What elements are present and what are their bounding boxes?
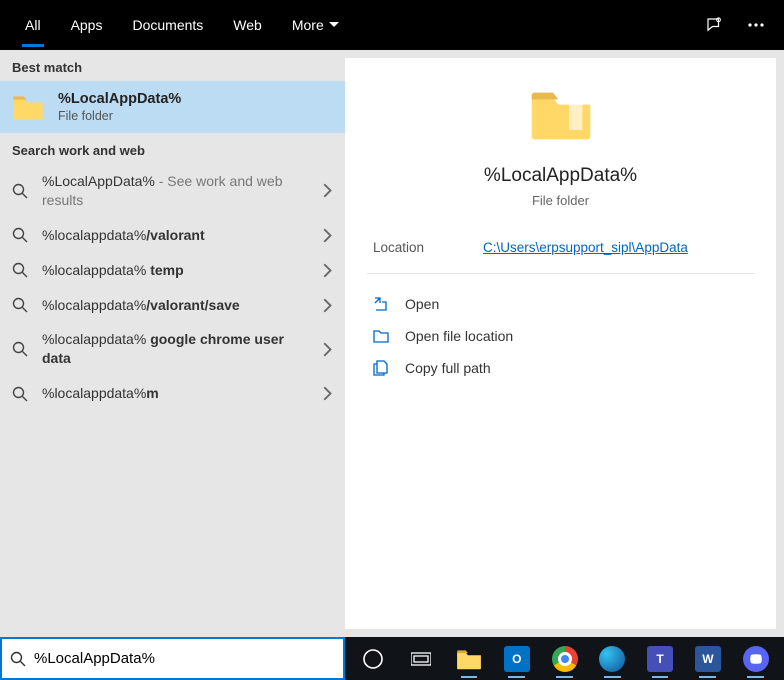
explorer-icon	[456, 646, 482, 672]
taskbar-teams[interactable]: T	[638, 639, 683, 679]
open-icon	[373, 296, 389, 312]
tab-more[interactable]: More	[277, 3, 354, 47]
best-match-item[interactable]: %LocalAppData% File folder	[0, 81, 345, 133]
chevron-right-icon[interactable]	[323, 298, 333, 313]
search-suggestion[interactable]: %localappdata% temp	[0, 253, 345, 288]
feedback-icon[interactable]	[705, 16, 723, 34]
taskview-icon	[411, 651, 431, 667]
taskbar-taskview[interactable]	[399, 639, 444, 679]
suggestion-text: %localappdata%/valorant	[42, 226, 309, 245]
copy-icon	[373, 360, 389, 376]
suggestion-text: %localappdata%/valorant/save	[42, 296, 309, 315]
taskbar-edge[interactable]	[590, 639, 635, 679]
search-box[interactable]	[0, 637, 345, 680]
search-web-header: Search work and web	[0, 133, 345, 164]
tab-documents[interactable]: Documents	[117, 3, 218, 47]
search-input[interactable]	[34, 650, 335, 667]
chevron-right-icon[interactable]	[323, 263, 333, 278]
best-match-header: Best match	[0, 50, 345, 81]
chevron-right-icon[interactable]	[323, 228, 333, 243]
search-icon	[12, 227, 28, 243]
folder-icon-large	[529, 86, 593, 142]
best-match-subtitle: File folder	[58, 109, 181, 123]
chevron-right-icon[interactable]	[323, 183, 333, 198]
more-icon[interactable]	[748, 23, 764, 27]
search-suggestion[interactable]: %localappdata%m	[0, 376, 345, 411]
chevron-right-icon[interactable]	[323, 342, 333, 357]
taskbar-cortana[interactable]	[351, 639, 396, 679]
discord-icon	[743, 646, 769, 672]
taskbar-explorer[interactable]	[447, 639, 492, 679]
search-icon	[12, 262, 28, 278]
taskbar-chrome[interactable]	[542, 639, 587, 679]
action-open-location-label: Open file location	[405, 328, 513, 344]
search-tabs: All Apps Documents Web More	[0, 0, 784, 50]
search-icon	[12, 341, 28, 357]
suggestion-text: %localappdata% temp	[42, 261, 309, 280]
action-open[interactable]: Open	[367, 288, 754, 320]
chrome-icon	[552, 646, 578, 672]
search-suggestion[interactable]: %localappdata%/valorant	[0, 218, 345, 253]
location-link[interactable]: C:\Users\erpsupport_sipl\AppData	[483, 240, 688, 255]
results-panel: Best match %LocalAppData% File folder Se…	[0, 50, 345, 637]
search-icon	[12, 386, 28, 402]
action-copy-path[interactable]: Copy full path	[367, 352, 754, 384]
search-icon	[12, 183, 28, 199]
tab-more-label: More	[292, 17, 324, 33]
outlook-icon: O	[504, 646, 530, 672]
preview-panel: %LocalAppData% File folder Location C:\U…	[345, 58, 776, 629]
preview-title: %LocalAppData%	[345, 165, 776, 187]
location-label: Location	[373, 240, 483, 255]
word-icon: W	[695, 646, 721, 672]
tab-apps[interactable]: Apps	[56, 3, 118, 47]
suggestion-text: %localappdata% google chrome user data	[42, 330, 309, 368]
action-open-label: Open	[405, 296, 439, 312]
suggestion-text: %LocalAppData% - See work and web result…	[42, 172, 309, 210]
preview-subtitle: File folder	[345, 193, 776, 208]
cortana-icon	[362, 648, 384, 670]
chevron-down-icon	[329, 22, 339, 28]
action-copy-path-label: Copy full path	[405, 360, 491, 376]
tab-web[interactable]: Web	[218, 3, 277, 47]
search-suggestion[interactable]: %LocalAppData% - See work and web result…	[0, 164, 345, 218]
search-suggestion[interactable]: %localappdata% google chrome user data	[0, 322, 345, 376]
search-suggestion[interactable]: %localappdata%/valorant/save	[0, 288, 345, 323]
taskbar: O TW	[345, 637, 784, 680]
action-open-location[interactable]: Open file location	[367, 320, 754, 352]
teams-icon: T	[647, 646, 673, 672]
folder-icon	[12, 93, 44, 121]
folder-open-icon	[373, 328, 389, 344]
chevron-right-icon[interactable]	[323, 386, 333, 401]
best-match-title: %LocalAppData%	[58, 91, 181, 107]
taskbar-outlook[interactable]: O	[494, 639, 539, 679]
search-icon	[12, 297, 28, 313]
taskbar-word[interactable]: W	[685, 639, 730, 679]
tab-all[interactable]: All	[10, 3, 56, 47]
taskbar-discord[interactable]	[733, 639, 778, 679]
edge-icon	[599, 646, 625, 672]
suggestion-text: %localappdata%m	[42, 384, 309, 403]
search-icon	[10, 651, 26, 667]
